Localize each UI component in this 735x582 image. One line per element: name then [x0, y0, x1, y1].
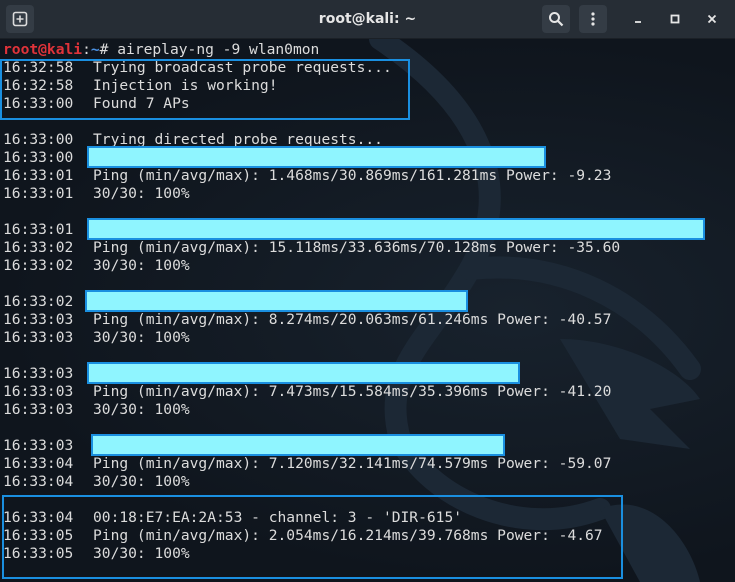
broadcast-results-highlight — [0, 59, 410, 120]
terminal-area[interactable]: root@kali:~# aireplay-ng -9 wlan0mon 16:… — [0, 39, 735, 582]
output-line: 16:33:02 30/30: 100% — [3, 257, 620, 275]
timestamp: 16:33:02 — [3, 293, 74, 310]
prompt-line: root@kali:~# aireplay-ng -9 wlan0mon — [3, 41, 320, 58]
terminal-window: root@kali: ~ root@kali:~# aireplay-ng -9… — [0, 0, 735, 582]
minimize-icon — [635, 21, 641, 23]
timestamp: 16:33:03 — [3, 437, 74, 454]
timestamp: 16:33:00 — [3, 149, 74, 166]
timestamp: 16:33:03 — [3, 401, 74, 418]
timestamp: 16:33:00 — [3, 131, 74, 148]
output-line: 16:33:03 Ping (min/avg/max): 8.274ms/20.0… — [3, 311, 620, 329]
output-line: 16:33:01 30/30: 100% — [3, 185, 620, 203]
prompt-command: aireplay-ng -9 wlan0mon — [117, 41, 320, 58]
output-text: 30/30: 100% — [93, 473, 190, 490]
output-line: 16:33:03 30/30: 100% — [3, 401, 620, 419]
output-line: 16:33:04 30/30: 100% — [3, 473, 620, 491]
output-text: 30/30: 100% — [93, 329, 190, 346]
redacted-ap-5 — [91, 434, 505, 456]
redacted-ap-4 — [87, 362, 520, 384]
timestamp: 16:33:01 — [3, 167, 74, 184]
timestamp: 16:33:02 — [3, 239, 74, 256]
timestamp: 16:33:03 — [3, 311, 74, 328]
output-text: Ping (min/avg/max): 15.118ms/33.636ms/70… — [93, 239, 621, 256]
output-line: 16:33:03 Ping (min/avg/max): 7.473ms/15.5… — [3, 383, 620, 401]
maximize-icon — [670, 14, 680, 24]
output-text: 30/30: 100% — [93, 257, 190, 274]
timestamp: 16:33:02 — [3, 257, 74, 274]
output-line: 16:33:03 30/30: 100% — [3, 329, 620, 347]
redacted-ap-2 — [87, 218, 705, 240]
close-button[interactable] — [702, 9, 722, 29]
timestamp: 16:33:03 — [3, 383, 74, 400]
search-icon — [549, 12, 564, 27]
dir615-results-highlight — [2, 495, 623, 579]
output-line: 16:33:01 Ping (min/avg/max): 1.468ms/30.8… — [3, 167, 620, 185]
search-button[interactable] — [542, 5, 570, 33]
title-bar: root@kali: ~ — [0, 0, 735, 39]
timestamp: 16:33:04 — [3, 455, 74, 472]
output-text: Ping (min/avg/max): 7.120ms/32.141ms/74.… — [93, 455, 612, 472]
timestamp: 16:33:01 — [3, 185, 74, 202]
timestamp: 16:33:03 — [3, 365, 74, 382]
output-line: 16:33:02 Ping (min/avg/max): 15.118ms/33.… — [3, 239, 620, 257]
prompt-user: root@kali — [3, 41, 83, 58]
menu-button[interactable] — [579, 5, 607, 33]
redacted-ap-1 — [87, 146, 546, 168]
prompt-symbol: # — [99, 41, 118, 58]
minimize-button[interactable] — [628, 9, 648, 29]
output-line: 16:33:04 Ping (min/avg/max): 7.120ms/32.1… — [3, 455, 620, 473]
timestamp: 16:33:03 — [3, 329, 74, 346]
hamburger-menu-icon — [591, 12, 595, 26]
maximize-button[interactable] — [665, 9, 685, 29]
close-icon — [707, 14, 717, 24]
output-text: Ping (min/avg/max): 8.274ms/20.063ms/61.… — [93, 311, 612, 328]
timestamp: 16:33:04 — [3, 473, 74, 490]
redacted-ap-3 — [85, 290, 468, 312]
output-text: 30/30: 100% — [93, 401, 190, 418]
output-text: 30/30: 100% — [93, 185, 190, 202]
output-text: Ping (min/avg/max): 1.468ms/30.869ms/161… — [93, 167, 612, 184]
timestamp: 16:33:01 — [3, 221, 74, 238]
output-text: Ping (min/avg/max): 7.473ms/15.584ms/35.… — [93, 383, 612, 400]
window-title: root@kali: ~ — [318, 11, 417, 27]
prompt-path: ~ — [90, 41, 100, 58]
